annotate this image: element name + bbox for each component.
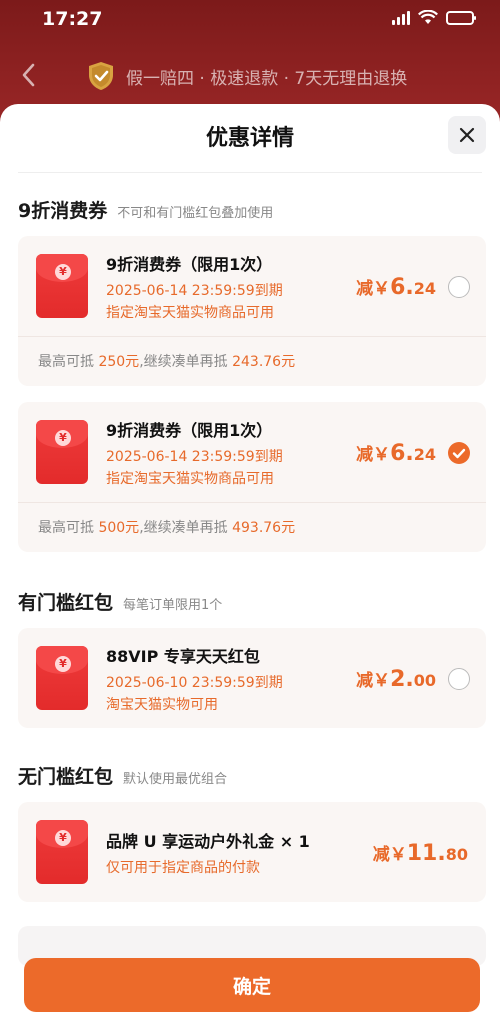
coupon-name: 品牌 U 享运动户外礼金 × 1: [106, 832, 310, 851]
coupon-name: 9折消费券（限用1次）: [106, 255, 273, 274]
section-title: 9折消费券: [18, 200, 108, 222]
sheet-title: 优惠详情: [205, 126, 294, 151]
guarantee-text: 假一赔四 · 极速退款 · 7天无理由退换: [126, 68, 408, 89]
confirm-button[interactable]: 确定: [24, 958, 480, 1012]
red-packet-card[interactable]: ¥ 88VIP 专享天天红包 2025-06-10 23:59:59到期 淘宝天…: [18, 628, 486, 728]
close-button[interactable]: [448, 116, 486, 154]
signal-icon: [392, 10, 410, 25]
wifi-icon: [418, 10, 438, 24]
section-threshold-header: 有门槛红包 每笔订单限用1个: [18, 588, 222, 615]
section-note: 默认使用最优组合: [123, 772, 228, 787]
nav-row: 假一赔四 · 极速退款 · 7天无理由退换: [0, 56, 500, 96]
red-envelope-icon: ¥: [36, 646, 88, 710]
gift-card[interactable]: ¥ 品牌 U 享运动户外礼金 × 1 仅可用于指定商品的付款 减￥11.80: [18, 802, 486, 902]
coupon-amount: 减￥11.80: [372, 841, 468, 866]
divider: [18, 172, 482, 173]
close-icon: [459, 127, 475, 143]
coupon-amount: 减￥6.24: [356, 441, 436, 466]
status-bar: 17:27: [0, 0, 500, 40]
service-guarantee: 假一赔四 · 极速退款 · 7天无理由退换: [86, 60, 407, 92]
coupon-radio[interactable]: [448, 276, 470, 298]
status-time: 17:27: [42, 8, 103, 30]
coupon-expiry: 2025-06-14 23:59:59到期: [106, 283, 283, 299]
coupon-expiry: 2025-06-14 23:59:59到期: [106, 449, 283, 465]
coupon-scope: 指定淘宝天猫实物商品可用: [106, 305, 274, 321]
coupon-amount: 减￥2.00: [356, 667, 436, 692]
section-no-threshold-header: 无门槛红包 默认使用最优组合: [18, 762, 227, 789]
coupon-scope: 仅可用于指定商品的付款: [106, 860, 260, 876]
coupon-footer: 最高可抵 500元,继续凑单再抵 493.76元: [18, 502, 486, 552]
coupon-footer: 最高可抵 250元,继续凑单再抵 243.76元: [18, 336, 486, 386]
coupon-card[interactable]: ¥ 9折消费券（限用1次） 2025-06-14 23:59:59到期 指定淘宝…: [18, 402, 486, 552]
coupon-name: 9折消费券（限用1次）: [106, 421, 273, 440]
discount-details-sheet: 优惠详情 9折消费券 不可和有门槛红包叠加使用 ¥ 9折消费券（限用1次） 20…: [0, 104, 500, 1019]
section-title: 无门槛红包: [18, 766, 114, 788]
red-envelope-icon: ¥: [36, 254, 88, 318]
red-envelope-icon: ¥: [36, 820, 88, 884]
check-icon: [452, 448, 466, 459]
coupon-radio[interactable]: [448, 668, 470, 690]
coupon-radio-checked[interactable]: [448, 442, 470, 464]
coupon-scope: 指定淘宝天猫实物商品可用: [106, 471, 274, 487]
back-arrow-icon[interactable]: [18, 62, 40, 88]
coupon-scope: 淘宝天猫实物可用: [106, 697, 218, 713]
coupon-amount: 减￥6.24: [356, 275, 436, 300]
section-note: 不可和有门槛红包叠加使用: [117, 206, 274, 221]
section-title: 有门槛红包: [18, 592, 114, 614]
coupon-name: 88VIP 专享天天红包: [106, 647, 260, 666]
red-envelope-icon: ¥: [36, 420, 88, 484]
status-icons: [392, 10, 476, 25]
coupon-card[interactable]: ¥ 9折消费券（限用1次） 2025-06-14 23:59:59到期 指定淘宝…: [18, 236, 486, 386]
section-discount-header: 9折消费券 不可和有门槛红包叠加使用: [18, 196, 273, 223]
coupon-expiry: 2025-06-10 23:59:59到期: [106, 675, 283, 691]
shield-check-icon: [89, 62, 113, 90]
section-note: 每笔订单限用1个: [123, 598, 223, 613]
battery-icon: [446, 10, 476, 25]
